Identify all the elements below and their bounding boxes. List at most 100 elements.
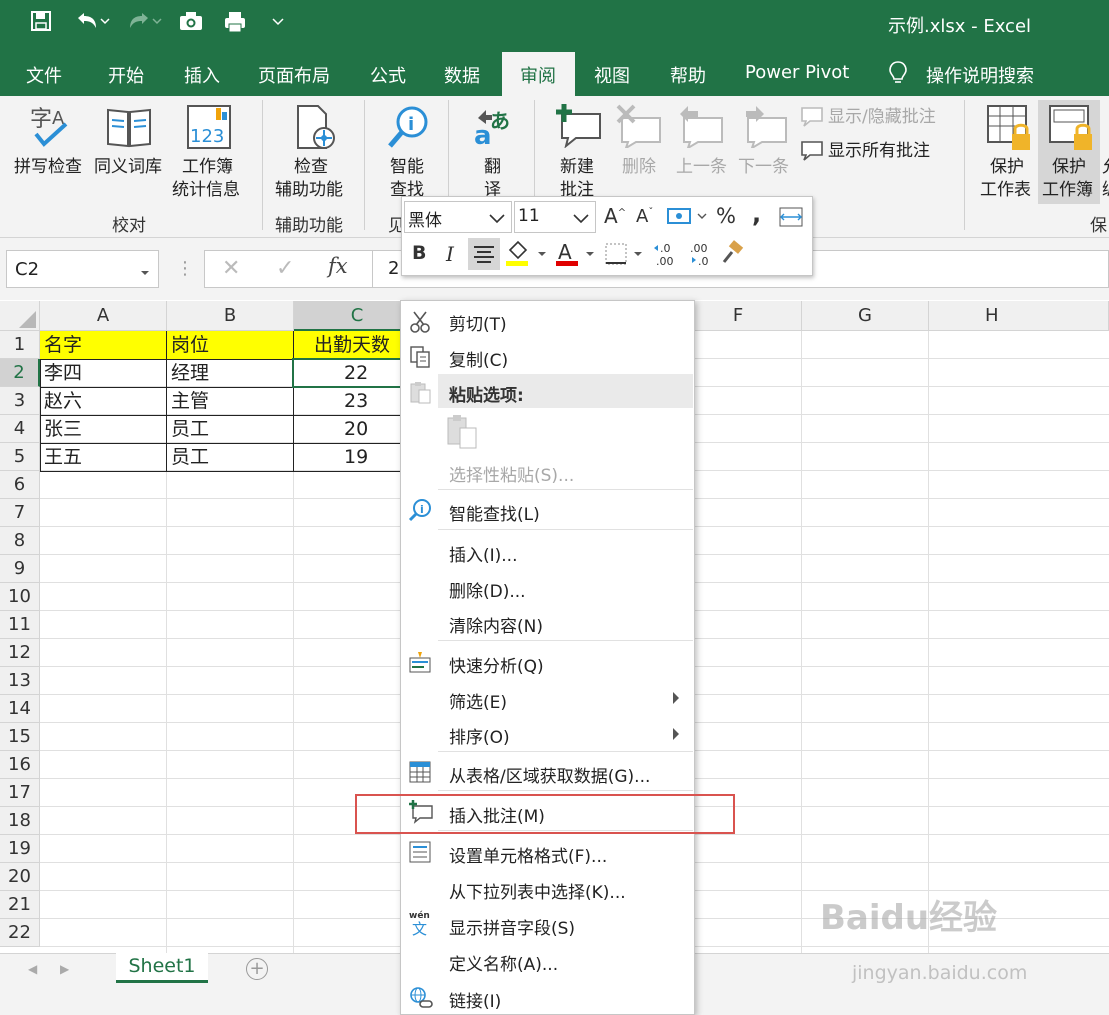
- camera-icon[interactable]: [178, 10, 204, 37]
- increase-decimal-icon[interactable]: .0.00: [652, 240, 682, 272]
- fill-color-icon[interactable]: [504, 240, 548, 272]
- tab-data[interactable]: 数据: [444, 62, 480, 88]
- tab-help[interactable]: 帮助: [670, 62, 706, 88]
- tab-formulas[interactable]: 公式: [370, 62, 406, 88]
- cell-a3[interactable]: 赵六: [40, 387, 82, 415]
- scroll-right-icon[interactable]: ▶: [60, 962, 69, 976]
- save-icon[interactable]: [30, 10, 52, 37]
- menu-item-get-data[interactable]: 从表格/区域获取数据(G)...: [449, 762, 650, 787]
- translate-label-1[interactable]: 翻: [484, 156, 501, 178]
- row-header[interactable]: 13: [0, 667, 40, 695]
- decrease-decimal-icon[interactable]: .00.0: [686, 240, 716, 272]
- decrease-font-icon[interactable]: Aˇ: [636, 206, 653, 227]
- cell-a5[interactable]: 王五: [40, 443, 82, 471]
- allow-edit-label-1[interactable]: 允: [1102, 156, 1109, 178]
- print-preview-icon[interactable]: [222, 10, 248, 39]
- menu-item-copy[interactable]: 复制(C): [449, 346, 508, 371]
- name-box-dropdown-icon[interactable]: [140, 262, 150, 281]
- name-box[interactable]: C2: [6, 250, 159, 288]
- tab-review[interactable]: 审阅: [520, 62, 556, 88]
- menu-item-format-cells[interactable]: 设置单元格格式(F)...: [449, 842, 607, 867]
- check-accessibility-label-1[interactable]: 检查: [294, 156, 328, 178]
- row-header[interactable]: 18: [0, 807, 40, 835]
- menu-item-clear-contents[interactable]: 清除内容(N): [449, 612, 543, 637]
- tab-page-layout[interactable]: 页面布局: [258, 62, 330, 88]
- cell-b3[interactable]: 主管: [167, 387, 209, 415]
- row-header[interactable]: 5: [0, 443, 40, 471]
- row-header[interactable]: 7: [0, 499, 40, 527]
- row-header[interactable]: 22: [0, 919, 40, 947]
- menu-item-link[interactable]: 链接(I): [449, 987, 501, 1012]
- wrap-text-icon[interactable]: [778, 206, 804, 232]
- menu-item-delete[interactable]: 删除(D)...: [449, 577, 526, 602]
- cell-a4[interactable]: 张三: [40, 415, 82, 443]
- row-header[interactable]: 2: [0, 359, 40, 387]
- tab-insert[interactable]: 插入: [184, 62, 220, 88]
- row-header[interactable]: 8: [0, 527, 40, 555]
- tab-home[interactable]: 开始: [108, 62, 144, 88]
- protect-workbook-label-1[interactable]: 保护: [1052, 156, 1086, 178]
- increase-font-icon[interactable]: A^: [604, 204, 626, 228]
- workbook-stats-label-1[interactable]: 工作簿: [182, 156, 233, 178]
- row-header[interactable]: 4: [0, 415, 40, 443]
- menu-item-sort[interactable]: 排序(O): [449, 723, 510, 748]
- scroll-left-icon[interactable]: ◀: [28, 962, 37, 976]
- font-color-icon[interactable]: A: [554, 240, 598, 272]
- format-painter-icon[interactable]: [718, 240, 746, 272]
- row-header[interactable]: 9: [0, 555, 40, 583]
- center-align-button[interactable]: [468, 238, 500, 270]
- row-header[interactable]: 11: [0, 611, 40, 639]
- tab-file[interactable]: 文件: [26, 62, 62, 88]
- italic-button[interactable]: I: [446, 242, 454, 266]
- cell-a2[interactable]: 李四: [40, 359, 82, 387]
- tab-view[interactable]: 视图: [594, 62, 630, 88]
- allow-edit-label-2[interactable]: 编: [1102, 179, 1109, 201]
- menu-item-quick-analysis[interactable]: 快速分析(Q): [449, 652, 544, 677]
- check-accessibility-label-2[interactable]: 辅助功能: [275, 179, 343, 201]
- row-header[interactable]: 19: [0, 835, 40, 863]
- undo-icon[interactable]: [74, 10, 110, 37]
- menu-item-insert[interactable]: 插入(I)...: [449, 541, 518, 566]
- cell-c1[interactable]: 出勤天数: [310, 331, 390, 359]
- menu-item-cut[interactable]: 剪切(T): [449, 310, 507, 335]
- customize-qat-icon[interactable]: [270, 10, 286, 37]
- row-header[interactable]: 20: [0, 863, 40, 891]
- cell-b2[interactable]: 经理: [167, 359, 209, 387]
- row-header[interactable]: 15: [0, 723, 40, 751]
- smart-lookup-label-1[interactable]: 智能: [390, 156, 424, 178]
- cell-b1[interactable]: 岗位: [167, 331, 209, 359]
- bold-button[interactable]: B: [412, 242, 426, 264]
- cell-b4[interactable]: 员工: [167, 415, 209, 443]
- cell-c4[interactable]: 20: [340, 415, 368, 443]
- show-all-comments-label[interactable]: 显示所有批注: [828, 140, 930, 162]
- row-header[interactable]: 12: [0, 639, 40, 667]
- cell-c5[interactable]: 19: [340, 443, 368, 471]
- comma-style-button[interactable]: ,: [752, 200, 761, 228]
- protect-workbook-label-2[interactable]: 工作簿: [1042, 179, 1093, 201]
- row-header[interactable]: 3: [0, 387, 40, 415]
- workbook-stats-label-2[interactable]: 统计信息: [172, 179, 240, 201]
- menu-item-smart-lookup[interactable]: 智能查找(L): [449, 500, 540, 525]
- formula-bar-grip-icon[interactable]: ⋮: [176, 258, 194, 279]
- borders-icon[interactable]: [604, 242, 646, 270]
- column-header-b[interactable]: B: [167, 301, 294, 331]
- select-all-corner[interactable]: [0, 301, 40, 331]
- tell-me-search[interactable]: 操作说明搜索: [926, 62, 1034, 88]
- cell-b5[interactable]: 员工: [167, 443, 209, 471]
- row-header[interactable]: 14: [0, 695, 40, 723]
- row-header[interactable]: 21: [0, 891, 40, 919]
- column-header-g[interactable]: G: [802, 301, 929, 331]
- column-header-h[interactable]: H: [929, 301, 1109, 331]
- tab-power-pivot[interactable]: Power Pivot: [745, 62, 849, 83]
- cell-c2[interactable]: 22: [340, 359, 368, 387]
- protect-sheet-label-1[interactable]: 保护: [990, 156, 1024, 178]
- protect-sheet-label-2[interactable]: 工作表: [980, 179, 1031, 201]
- menu-item-pick-from-list[interactable]: 从下拉列表中选择(K)...: [449, 878, 626, 903]
- new-comment-label-1[interactable]: 新建: [560, 156, 594, 178]
- menu-item-define-name[interactable]: 定义名称(A)...: [449, 950, 558, 975]
- percent-style-button[interactable]: %: [716, 204, 736, 228]
- cell-c3[interactable]: 23: [340, 387, 368, 415]
- menu-item-show-phonetic[interactable]: 显示拼音字段(S): [449, 914, 575, 939]
- row-header[interactable]: 16: [0, 751, 40, 779]
- thesaurus-button[interactable]: 同义词库: [94, 156, 162, 178]
